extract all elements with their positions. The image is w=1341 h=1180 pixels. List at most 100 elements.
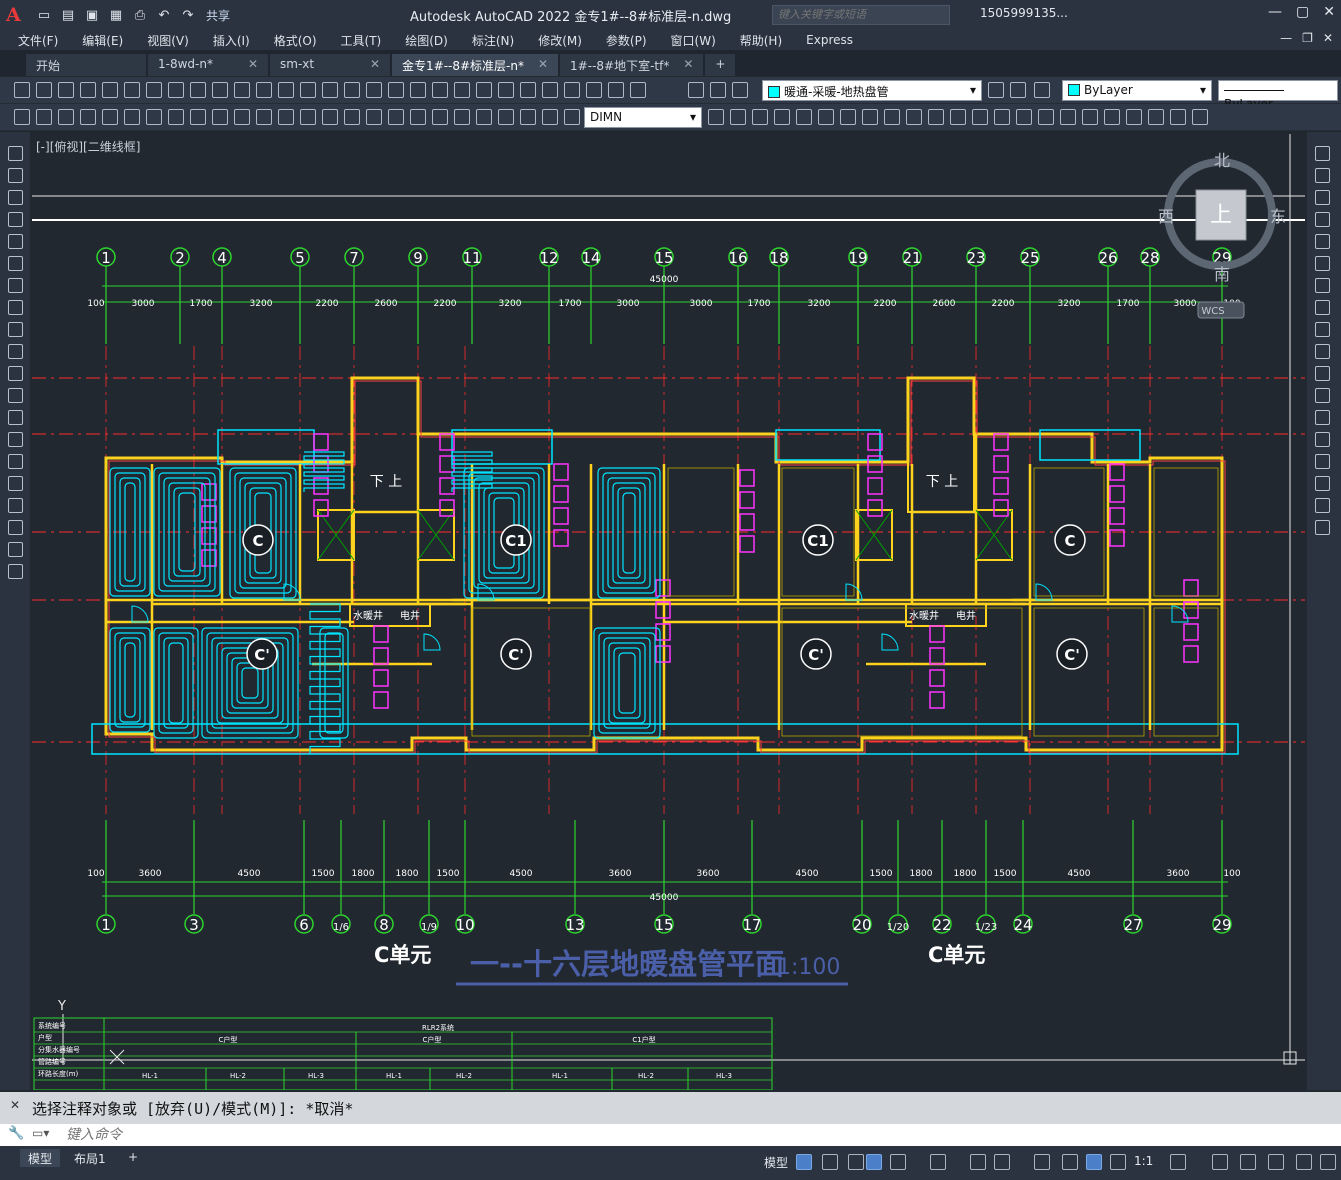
tab-layout1[interactable]: 布局1 bbox=[66, 1149, 114, 1167]
wrench-icon[interactable]: 🔧 bbox=[8, 1126, 24, 1141]
modify-tool-icon-1[interactable] bbox=[1315, 146, 1330, 161]
standard-tool-icon-31[interactable] bbox=[710, 82, 726, 98]
draw-modify-tool-icon-30[interactable] bbox=[774, 109, 790, 125]
close-icon[interactable]: ✕ bbox=[1323, 4, 1335, 20]
save-as-icon[interactable]: ▦ bbox=[106, 5, 126, 25]
draw-modify-tool-icon-37[interactable] bbox=[928, 109, 944, 125]
draw-modify-tool-icon-26[interactable] bbox=[564, 109, 580, 125]
standard-tool-icon-32[interactable] bbox=[732, 82, 748, 98]
modify-tool-icon-13[interactable] bbox=[1315, 410, 1330, 425]
status-toggle-icon-1[interactable] bbox=[796, 1154, 812, 1170]
modify-tool-icon-7[interactable] bbox=[1315, 278, 1330, 293]
share-button[interactable]: 共享 bbox=[206, 7, 230, 24]
standard-tool-icon-4[interactable] bbox=[80, 82, 96, 98]
draw-tool-icon-16[interactable] bbox=[8, 476, 23, 491]
status-toggle-icon-6[interactable] bbox=[930, 1154, 946, 1170]
draw-modify-tool-icon-35[interactable] bbox=[884, 109, 900, 125]
command-input[interactable] bbox=[66, 1126, 1326, 1144]
undo-icon[interactable]: ↶ bbox=[154, 5, 174, 25]
draw-modify-tool-icon-25[interactable] bbox=[542, 109, 558, 125]
draw-modify-tool-icon-14[interactable] bbox=[300, 109, 316, 125]
draw-tool-icon-17[interactable] bbox=[8, 498, 23, 513]
menu-express[interactable]: Express bbox=[794, 33, 865, 47]
drawing-viewport[interactable]: [-][俯视][二维线框] 1 2 4 5 7 9 11 12 14 15 16 18 19 21 23 25… bbox=[32, 134, 1305, 1090]
modify-tool-icon-17[interactable] bbox=[1315, 498, 1330, 513]
add-layout-button[interactable]: + bbox=[120, 1149, 146, 1167]
draw-tool-icon-18[interactable] bbox=[8, 520, 23, 535]
standard-tool-icon-11[interactable] bbox=[234, 82, 250, 98]
status-toggle-icon-8[interactable] bbox=[994, 1154, 1010, 1170]
draw-modify-tool-icon-45[interactable] bbox=[1104, 109, 1120, 125]
modify-tool-icon-12[interactable] bbox=[1315, 388, 1330, 403]
redo-icon[interactable]: ↷ bbox=[178, 5, 198, 25]
close-icon[interactable]: ✕ bbox=[10, 1098, 20, 1112]
command-menu-icon[interactable]: ▭▾ bbox=[32, 1126, 49, 1140]
standard-tool-icon-16[interactable] bbox=[344, 82, 360, 98]
draw-modify-tool-icon-13[interactable] bbox=[278, 109, 294, 125]
tab-close-icon[interactable]: ✕ bbox=[538, 57, 548, 76]
status-toggle-icon-13[interactable] bbox=[1170, 1154, 1186, 1170]
menu-file[interactable]: 文件(F) bbox=[6, 32, 70, 49]
draw-modify-tool-icon-17[interactable] bbox=[366, 109, 382, 125]
draw-modify-tool-icon-48[interactable] bbox=[1170, 109, 1186, 125]
standard-tool-icon-22[interactable] bbox=[476, 82, 492, 98]
doc-minimize-icon[interactable]: — bbox=[1280, 31, 1292, 45]
draw-tool-icon-3[interactable] bbox=[8, 190, 23, 205]
draw-tool-icon-14[interactable] bbox=[8, 432, 23, 447]
menu-help[interactable]: 帮助(H) bbox=[728, 32, 794, 49]
menu-modify[interactable]: 修改(M) bbox=[526, 32, 594, 49]
standard-tool-icon-27[interactable] bbox=[586, 82, 602, 98]
draw-tool-icon-11[interactable] bbox=[8, 366, 23, 381]
modify-tool-icon-11[interactable] bbox=[1315, 366, 1330, 381]
doc-restore-icon[interactable]: ❐ bbox=[1302, 31, 1313, 45]
compass-west[interactable]: 西 bbox=[1158, 207, 1174, 226]
tab-standard-floor[interactable]: 金专1#--8#标准层-n* ✕ bbox=[392, 54, 559, 76]
standard-tool-icon-15[interactable] bbox=[322, 82, 338, 98]
status-toggle-icon-4[interactable] bbox=[866, 1154, 882, 1170]
status-toggle-icon-5[interactable] bbox=[890, 1154, 906, 1170]
compass-east[interactable]: 东 bbox=[1270, 207, 1286, 226]
draw-tool-icon-6[interactable] bbox=[8, 256, 23, 271]
draw-tool-icon-10[interactable] bbox=[8, 344, 23, 359]
tab-model[interactable]: 模型 bbox=[20, 1149, 61, 1167]
standard-tool-icon-25[interactable] bbox=[542, 82, 558, 98]
draw-modify-tool-icon-1[interactable] bbox=[14, 109, 30, 125]
menu-parametric[interactable]: 参数(P) bbox=[594, 32, 659, 49]
user-account[interactable]: 1505999135... bbox=[980, 6, 1068, 20]
status-toggle-icon-12[interactable] bbox=[1110, 1154, 1126, 1170]
standard-tool-icon-12[interactable] bbox=[256, 82, 272, 98]
draw-modify-tool-icon-31[interactable] bbox=[796, 109, 812, 125]
menu-edit[interactable]: 编辑(E) bbox=[70, 32, 135, 49]
draw-modify-tool-icon-19[interactable] bbox=[410, 109, 426, 125]
draw-tool-icon-9[interactable] bbox=[8, 322, 23, 337]
draw-modify-tool-icon-8[interactable] bbox=[168, 109, 184, 125]
new-tab-button[interactable]: + bbox=[705, 54, 736, 76]
draw-modify-tool-icon-6[interactable] bbox=[124, 109, 140, 125]
standard-tool-icon-9[interactable] bbox=[190, 82, 206, 98]
modify-tool-icon-4[interactable] bbox=[1315, 212, 1330, 227]
dimstyle-dropdown[interactable]: DIMN ▾ bbox=[584, 107, 702, 128]
new-file-icon[interactable]: ▭ bbox=[34, 5, 54, 25]
tab-close-icon[interactable]: ✕ bbox=[683, 57, 693, 76]
draw-modify-tool-icon-36[interactable] bbox=[906, 109, 922, 125]
linetype-dropdown[interactable]: ByLayer bbox=[1218, 80, 1338, 111]
status-toggle-icon-17[interactable] bbox=[1296, 1154, 1312, 1170]
menu-draw[interactable]: 绘图(D) bbox=[393, 32, 460, 49]
standard-tool-icon-1[interactable] bbox=[14, 82, 30, 98]
draw-modify-tool-icon-7[interactable] bbox=[146, 109, 162, 125]
draw-modify-tool-icon-41[interactable] bbox=[1016, 109, 1032, 125]
draw-tool-icon-12[interactable] bbox=[8, 388, 23, 403]
standard-tool-icon-34[interactable] bbox=[1010, 82, 1026, 98]
tab-basement[interactable]: 1#--8#地下室-tf* ✕ bbox=[560, 54, 704, 76]
standard-tool-icon-13[interactable] bbox=[278, 82, 294, 98]
color-dropdown[interactable]: ByLayer ▾ bbox=[1062, 80, 1212, 101]
status-toggle-icon-16[interactable] bbox=[1268, 1154, 1284, 1170]
menu-window[interactable]: 窗口(W) bbox=[659, 32, 728, 49]
draw-modify-tool-icon-24[interactable] bbox=[520, 109, 536, 125]
open-file-icon[interactable]: ▤ bbox=[58, 5, 78, 25]
standard-tool-icon-33[interactable] bbox=[988, 82, 1004, 98]
draw-modify-tool-icon-34[interactable] bbox=[862, 109, 878, 125]
draw-modify-tool-icon-23[interactable] bbox=[498, 109, 514, 125]
status-toggle-icon-9[interactable] bbox=[1034, 1154, 1050, 1170]
draw-modify-tool-icon-4[interactable] bbox=[80, 109, 96, 125]
